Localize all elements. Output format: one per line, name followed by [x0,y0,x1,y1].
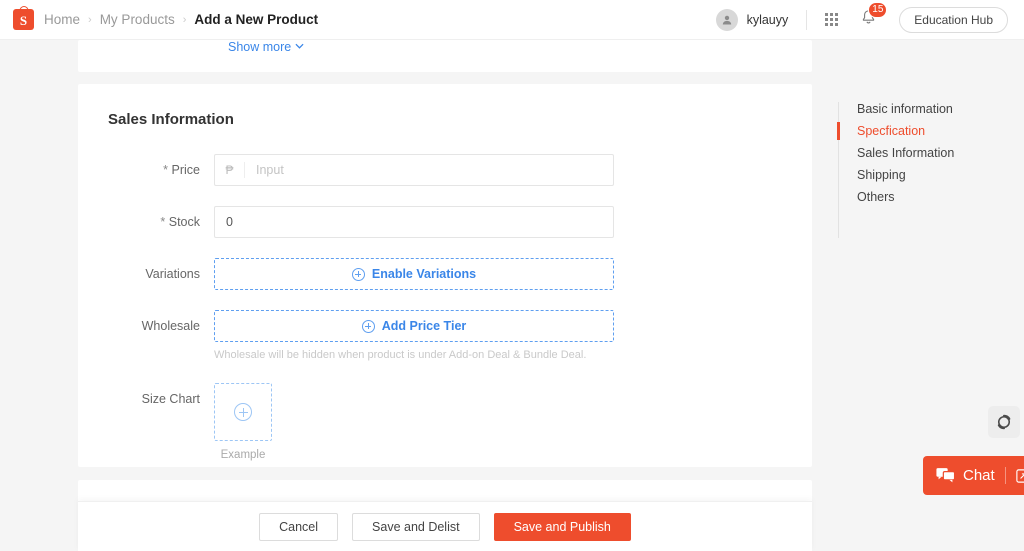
support-button[interactable] [988,406,1020,438]
cancel-button[interactable]: Cancel [259,512,339,541]
breadcrumb-item-add-a-new-product: Add a New Product [194,12,319,27]
apps-grid-icon[interactable] [825,13,839,26]
form-row-wholesale: Wholesale Add Price Tier Wholesale will … [78,310,812,361]
plus-circle-icon [351,267,365,281]
stock-input-wrapper[interactable] [214,206,614,238]
chat-divider [1004,467,1006,484]
currency-prefix-icon: ₱ [215,162,245,178]
notifications-button[interactable]: 15 [860,1,888,31]
save-and-publish-button[interactable]: Save and Publish [493,512,631,541]
nav-item-shipping[interactable]: Shipping [838,164,1008,186]
chevron-down-icon [295,42,304,52]
price-input-wrapper[interactable]: ₱ [214,154,614,186]
form-row-size-chart: Size Chart Example [78,383,812,461]
chat-label: Chat [963,467,995,484]
user-name-label: kylauyy [746,12,789,27]
enable-variations-button[interactable]: Enable Variations [214,258,614,290]
chat-bubble-icon [936,468,955,483]
breadcrumb: Home › My Products › Add a New Product [44,12,318,27]
breadcrumb-item-my-products[interactable]: My Products [100,12,175,27]
stock-label: Stock [78,206,214,238]
topbar-right-cluster: kylauyy 15 Education Hub [715,0,1008,39]
breadcrumb-separator: › [88,13,92,26]
enable-variations-label: Enable Variations [371,267,477,281]
specification-card-clipped: Show more [78,40,812,72]
stock-input[interactable] [215,207,613,237]
add-price-tier-label: Add Price Tier [381,319,467,333]
breadcrumb-item-home[interactable]: Home [44,12,80,27]
wholesale-hint-text: Wholesale will be hidden when product is… [214,349,587,361]
nav-item-specification[interactable]: Specfication [837,120,1008,142]
size-chart-example-caption: Example [220,449,266,461]
nav-item-others[interactable]: Others [838,186,1008,208]
notification-badge: 15 [868,1,888,18]
section-navigation-rail: Basic information Specfication Sales Inf… [837,98,1008,238]
shopee-logo-letter: S [19,12,28,28]
add-price-tier-button[interactable]: Add Price Tier [214,310,614,342]
size-chart-upload-button[interactable] [214,383,272,441]
nav-item-basic-information[interactable]: Basic information [838,98,1008,120]
page-title: Sales Information [108,111,234,128]
expand-icon [1015,468,1024,483]
plus-circle-icon [234,403,252,421]
main-content-scroll-area: Show more Sales Information Price ₱ Stoc… [0,40,1024,551]
price-input[interactable] [245,155,613,185]
nav-item-sales-information[interactable]: Sales Information [838,142,1008,164]
size-chart-label: Size Chart [141,392,200,406]
variations-label: Variations [145,267,200,281]
show-more-label: Show more [228,40,292,54]
form-row-stock: Stock [78,206,812,238]
user-menu[interactable]: kylauyy [715,8,789,31]
avatar [715,8,738,31]
plus-circle-icon [361,319,375,333]
breadcrumb-separator: › [182,13,187,26]
chat-widget[interactable]: Chat 5 [923,456,1024,495]
shopee-logo: S [13,5,34,30]
price-label: Price [78,154,214,186]
wholesale-label: Wholesale [141,319,200,333]
topbar-divider [806,9,808,30]
education-hub-button[interactable]: Education Hub [899,6,1008,33]
action-footer-bar: Cancel Save and Delist Save and Publish [78,501,812,551]
shopee-bag-handle [19,5,28,13]
user-icon [722,15,731,24]
sales-information-card: Sales Information Price ₱ Stock Variatio… [78,84,812,467]
support-ring-icon [997,414,1011,430]
show-more-toggle[interactable]: Show more [228,40,304,54]
shopee-logo-link[interactable]: S [13,5,34,30]
form-row-variations: Variations Enable Variations [78,258,812,290]
top-navigation-bar: S Home › My Products › Add a New Product… [0,0,1024,40]
seller-centre-add-product-page: S Home › My Products › Add a New Product… [0,0,1024,551]
form-row-price: Price ₱ [78,154,812,186]
save-and-delist-button[interactable]: Save and Delist [352,512,480,541]
